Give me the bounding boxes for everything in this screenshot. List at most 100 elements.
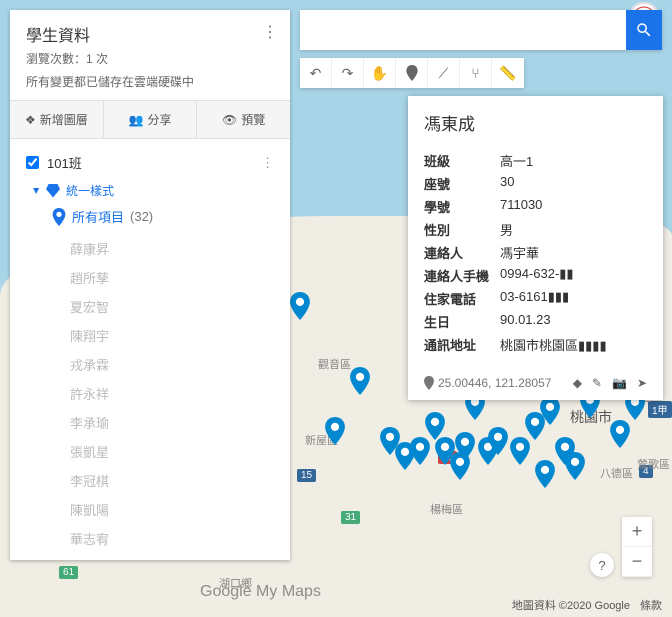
all-items-label: 所有項目 xyxy=(72,207,124,226)
sidebar-panel: 學生資料 瀏覽次數：1 次 所有變更都已儲存在雲端硬碟中 ⋮ ❖ 新增圖層 👥 … xyxy=(10,10,290,560)
info-row: 座號30 xyxy=(424,172,647,195)
undo-button[interactable]: ↶ xyxy=(300,58,332,88)
info-value: 高一1 xyxy=(500,151,647,170)
info-value: 男 xyxy=(500,220,647,239)
line-tool[interactable]: ⟋ xyxy=(428,58,460,88)
map-marker[interactable] xyxy=(488,427,508,455)
info-value: 桃園市桃園區▮▮▮▮ xyxy=(500,335,647,354)
list-item[interactable]: 許永祥 xyxy=(10,379,290,408)
camera-icon[interactable]: 📷 xyxy=(612,376,627,390)
style-icon[interactable]: ◆ xyxy=(573,376,582,390)
road-badge: 15 xyxy=(297,469,316,482)
views-count: 瀏覽次數：1 次 xyxy=(26,50,274,67)
items-count: (32) xyxy=(130,209,153,224)
chevron-down-icon: ▸ xyxy=(30,187,44,193)
zoom-out-button[interactable]: − xyxy=(622,547,652,577)
info-label: 通訊地址 xyxy=(424,335,500,354)
search-box[interactable] xyxy=(300,10,662,50)
map-marker[interactable] xyxy=(410,437,430,465)
place-label: 觀音區 xyxy=(318,356,351,372)
map-marker[interactable] xyxy=(455,432,475,460)
map-marker[interactable] xyxy=(540,397,560,425)
list-item[interactable]: 夏宏智 xyxy=(10,292,290,321)
pin-icon xyxy=(424,376,434,390)
list-item[interactable]: 李冠棋 xyxy=(10,466,290,495)
info-value: 0994-632-▮▮ xyxy=(500,266,647,285)
pan-tool[interactable]: ✋ xyxy=(364,58,396,88)
directions-icon[interactable]: ➤ xyxy=(637,376,647,390)
map-marker[interactable] xyxy=(325,417,345,445)
info-label: 連絡人手機 xyxy=(424,266,500,285)
coords-row[interactable]: 25.00446, 121.28057 xyxy=(424,376,551,390)
list-item[interactable]: 薛康昇 xyxy=(10,234,290,263)
save-status: 所有變更都已儲存在雲端硬碟中 xyxy=(26,73,274,90)
map-marker[interactable] xyxy=(350,367,370,395)
layer-checkbox[interactable] xyxy=(26,156,39,169)
preview-button[interactable]: 👁 預覽 xyxy=(197,101,290,138)
directions-tool[interactable]: ⑂ xyxy=(460,58,492,88)
info-label: 生日 xyxy=(424,312,500,331)
search-button[interactable] xyxy=(626,10,662,50)
list-item[interactable]: 李承瑜 xyxy=(10,408,290,437)
info-value: 30 xyxy=(500,174,647,193)
place-label: 八德區 xyxy=(600,465,633,481)
terms-link[interactable]: 條款 xyxy=(640,597,662,613)
pin-icon xyxy=(52,208,66,226)
info-row: 學號711030 xyxy=(424,195,647,218)
info-label: 學號 xyxy=(424,197,500,216)
layer-row[interactable]: 101班 ⋮ xyxy=(10,147,290,178)
layer-more-icon[interactable]: ⋮ xyxy=(261,155,274,171)
feature-name: 馮東成 xyxy=(424,110,647,135)
style-toggle[interactable]: ▸ 統一樣式 xyxy=(10,178,290,203)
attribution-text[interactable]: 地圖資料 ©2020 Google xyxy=(512,597,630,613)
map-marker[interactable] xyxy=(290,292,310,320)
place-label: 鶯歌區 xyxy=(637,456,670,472)
zoom-in-button[interactable]: + xyxy=(622,517,652,547)
list-item[interactable]: 趙所孳 xyxy=(10,263,290,292)
list-item[interactable]: 張凱星 xyxy=(10,437,290,466)
info-label: 班級 xyxy=(424,151,500,170)
map-title[interactable]: 學生資料 xyxy=(26,22,274,46)
add-layer-button[interactable]: ❖ 新增圖層 xyxy=(10,101,104,138)
attribution: 地圖資料 ©2020 Google 條款 xyxy=(512,597,662,613)
edit-icon[interactable]: ✎ xyxy=(592,376,602,390)
eye-icon: 👁 xyxy=(222,113,237,127)
list-item[interactable]: 戴駿奇 xyxy=(10,553,290,560)
info-card: 馮東成 班級高一1座號30學號711030性別男連絡人馮宇華連絡人手機0994-… xyxy=(408,96,663,400)
help-button[interactable]: ? xyxy=(590,553,614,577)
paint-icon xyxy=(46,184,60,198)
info-label: 座號 xyxy=(424,174,500,193)
info-row: 連絡人馮宇華 xyxy=(424,241,647,264)
info-value: 711030 xyxy=(500,197,647,216)
info-label: 性別 xyxy=(424,220,500,239)
list-item[interactable]: 陳翔宇 xyxy=(10,321,290,350)
preview-label: 預覽 xyxy=(241,111,265,128)
info-value: 03-6161▮▮▮ xyxy=(500,289,647,308)
share-button[interactable]: 👥 分享 xyxy=(104,101,198,138)
list-item[interactable]: 陳凱陽 xyxy=(10,495,290,524)
redo-button[interactable]: ↷ xyxy=(332,58,364,88)
layer-name: 101班 xyxy=(47,153,82,172)
more-icon[interactable]: ⋮ xyxy=(262,22,278,42)
style-label: 統一樣式 xyxy=(66,182,114,199)
search-icon xyxy=(635,21,653,39)
layers-icon: ❖ xyxy=(25,113,36,127)
info-value: 90.01.23 xyxy=(500,312,647,331)
share-label: 分享 xyxy=(147,111,171,128)
drawing-toolbar: ↶ ↷ ✋ ⟋ ⑂ 📏 xyxy=(300,58,524,88)
info-row: 班級高一1 xyxy=(424,149,647,172)
list-item[interactable]: 華志宥 xyxy=(10,524,290,553)
all-items-row[interactable]: 所有項目 (32) xyxy=(10,203,290,230)
list-item[interactable]: 戎承霖 xyxy=(10,350,290,379)
map-marker[interactable] xyxy=(565,452,585,480)
map-marker[interactable] xyxy=(425,412,445,440)
zoom-control: + − xyxy=(622,517,652,577)
map-marker[interactable] xyxy=(510,437,530,465)
info-label: 住家電話 xyxy=(424,289,500,308)
info-row: 住家電話03-6161▮▮▮ xyxy=(424,287,647,310)
measure-tool[interactable]: 📏 xyxy=(492,58,524,88)
place-label: 楊梅區 xyxy=(430,501,463,517)
map-marker[interactable] xyxy=(610,420,630,448)
marker-tool[interactable] xyxy=(396,58,428,88)
map-marker[interactable] xyxy=(535,460,555,488)
